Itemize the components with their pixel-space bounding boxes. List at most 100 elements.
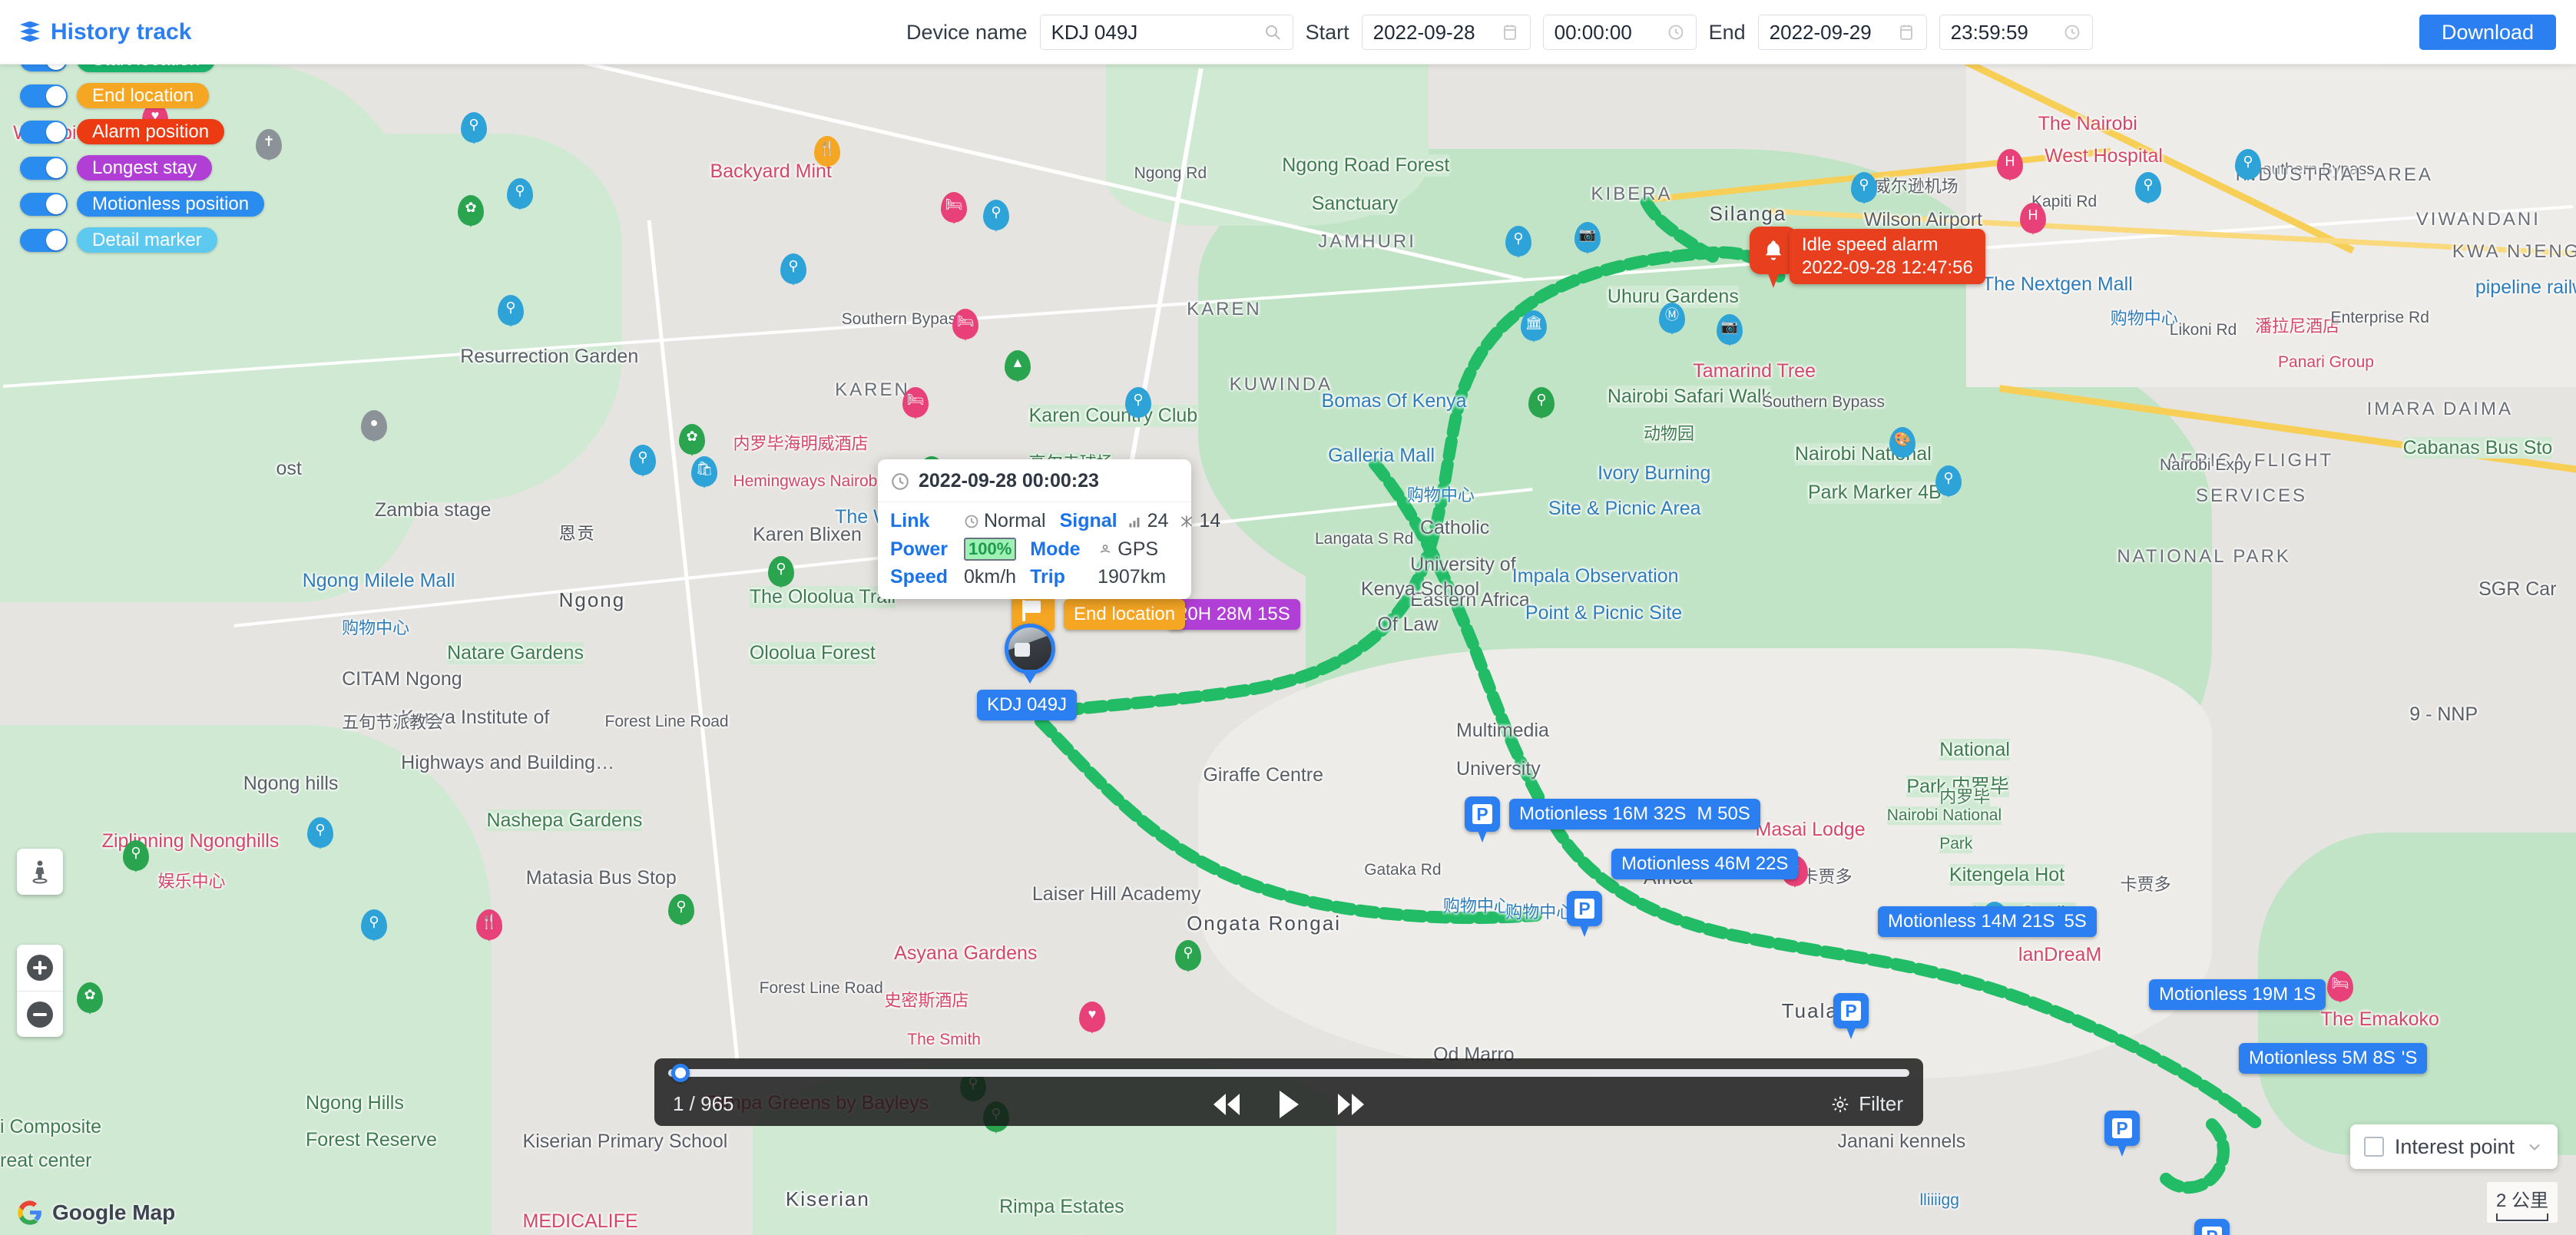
map-poi-pin[interactable]: ⚲: [1505, 226, 1531, 260]
map-label: reat center: [0, 1149, 92, 1172]
layer-toggle-switch-5[interactable]: [20, 192, 68, 216]
track-point-popup[interactable]: 2022-09-28 00:00:23 Link Normal Signal 2…: [878, 459, 1220, 599]
interest-point-checkbox[interactable]: [2363, 1137, 2384, 1157]
playback-slider-thumb[interactable]: [671, 1064, 690, 1082]
map-poi-pin[interactable]: ●: [361, 410, 387, 444]
map-poi-pin[interactable]: 🎨: [1889, 427, 1915, 461]
motionless-pin-4[interactable]: P: [2104, 1111, 2140, 1157]
layer-toggle-switch-3[interactable]: [20, 120, 68, 144]
device-name-input[interactable]: KDJ 049J: [1039, 15, 1293, 50]
map-poi-pin[interactable]: ⚲: [1528, 387, 1555, 421]
map-poi-pin[interactable]: 🍴: [814, 136, 840, 170]
motionless-pin-1[interactable]: P: [1465, 796, 1500, 843]
map-label: Rimpa Estates: [999, 1196, 1124, 1218]
layer-toggle-chip-6[interactable]: Detail marker: [77, 227, 217, 253]
map-poi-pin[interactable]: ⚲: [768, 556, 794, 590]
end-location-tag[interactable]: End location: [1064, 599, 1186, 630]
map-poi-pin[interactable]: 📷: [1717, 314, 1743, 348]
longest-stay-tag[interactable]: 20H 28M 15S: [1167, 599, 1300, 630]
map-poi-pin[interactable]: ✿: [458, 195, 484, 229]
map-label: Gataka Rd: [1364, 860, 1442, 879]
rewind-icon[interactable]: [1211, 1091, 1242, 1121]
zoom-in-button[interactable]: [17, 945, 63, 991]
motionless-pin-2[interactable]: P: [1567, 891, 1602, 937]
motionless-tag-2[interactable]: Motionless 46M 22S: [1611, 849, 1799, 879]
fast-forward-icon[interactable]: [1336, 1091, 1366, 1121]
zoom-out-button[interactable]: [17, 991, 63, 1037]
map-poi-pin[interactable]: 🛏: [941, 192, 967, 226]
zoom-in-icon: [27, 955, 53, 981]
map-poi-pin[interactable]: H: [2020, 203, 2046, 237]
vehicle-marker[interactable]: [1005, 624, 1055, 685]
playback-slider[interactable]: [668, 1064, 1909, 1082]
map-poi-pin[interactable]: 🛏: [902, 387, 929, 421]
chevron-down-icon[interactable]: [2525, 1137, 2544, 1156]
motionless-tag-1[interactable]: Motionless 16M 32S M 50S: [1509, 799, 1760, 829]
layer-toggle-switch-4[interactable]: [20, 156, 68, 180]
map-poi-pin[interactable]: ⚲: [983, 200, 1009, 233]
map-poi-pin[interactable]: 🛏: [952, 309, 978, 343]
map-label: Giraffe Centre: [1203, 764, 1324, 786]
search-icon[interactable]: [1263, 23, 1282, 41]
clock-icon[interactable]: [1667, 23, 1685, 41]
map-poi-pin[interactable]: ⚲: [307, 817, 333, 851]
start-time-input[interactable]: 00:00:00: [1542, 15, 1697, 50]
map-poi-pin[interactable]: ⚲: [1851, 172, 1877, 206]
clock-icon[interactable]: [2063, 23, 2081, 41]
map-label: NATIONAL PARK: [2117, 546, 2291, 567]
map-poi-pin[interactable]: ⚲: [780, 253, 806, 287]
map-poi-pin[interactable]: ⚲: [2235, 149, 2261, 183]
motionless-tag-5[interactable]: Motionless 5M 8S 'S: [2239, 1043, 2428, 1074]
layer-toggle-switch-6[interactable]: [20, 228, 68, 252]
map-poi-pin[interactable]: ⚲: [630, 445, 656, 478]
map-poi-pin[interactable]: H: [1997, 149, 2023, 183]
end-time-input[interactable]: 23:59:59: [1939, 15, 2093, 50]
layer-toggle-switch-2[interactable]: [20, 84, 68, 108]
map-label: KAREN: [835, 379, 910, 400]
map-poi-pin[interactable]: ▲: [1005, 350, 1031, 384]
motionless-pin-3[interactable]: P: [1833, 993, 1869, 1039]
map-poi-pin[interactable]: ⚲: [123, 840, 149, 874]
map-poi-pin[interactable]: ⚲: [507, 178, 533, 212]
map-poi-pin[interactable]: ⚲: [1935, 465, 1962, 499]
layer-toggle-chip-5[interactable]: Motionless position: [77, 191, 265, 217]
calendar-icon[interactable]: [1897, 23, 1915, 41]
layer-toggle-chip-4[interactable]: Longest stay: [77, 155, 213, 180]
vehicle-avatar: [1005, 624, 1055, 674]
calendar-icon[interactable]: [1501, 23, 1519, 41]
motionless-tag-3[interactable]: Motionless 14M 21S 5S: [1878, 906, 2097, 937]
motionless-pin-5[interactable]: P: [2194, 1219, 2230, 1235]
map-poi-pin[interactable]: ✿: [77, 982, 103, 1016]
layer-toggle-chip-2[interactable]: End location: [77, 83, 210, 108]
play-icon[interactable]: [1277, 1089, 1300, 1124]
map-poi-pin[interactable]: ⚲: [361, 909, 387, 943]
map-poi-pin[interactable]: 🏛: [1521, 310, 1547, 344]
map-attribution-text: Google Map: [52, 1200, 176, 1224]
layer-toggle-row: Longest stay: [0, 155, 264, 180]
motionless-tag-4[interactable]: Motionless 19M 1S: [2149, 979, 2326, 1010]
map-poi-pin[interactable]: Ⓜ: [1659, 303, 1685, 336]
map-poi-pin[interactable]: ♥: [1079, 1002, 1105, 1035]
map-label: 卡贾多: [2120, 875, 2171, 895]
layer-toggle-chip-3[interactable]: Alarm position: [77, 119, 225, 144]
map-poi-pin[interactable]: ✿: [679, 424, 705, 458]
street-view-pegman-icon[interactable]: [17, 849, 63, 895]
interest-point-dropdown[interactable]: Interest point: [2349, 1124, 2558, 1169]
map-poi-pin[interactable]: ⚲: [668, 894, 694, 928]
vehicle-name-tag[interactable]: KDJ 049J: [977, 690, 1078, 720]
map-poi-pin[interactable]: ⚲: [498, 295, 524, 329]
map-label: 9 - NNP: [2409, 703, 2478, 725]
map-poi-pin[interactable]: 🍴: [476, 909, 502, 943]
playback-filter-button[interactable]: Filter: [1830, 1092, 1903, 1116]
map-poi-pin[interactable]: 📷: [1574, 222, 1601, 256]
map-label: KIBERA: [1591, 183, 1673, 204]
start-date-input[interactable]: 2022-09-28: [1361, 15, 1531, 50]
map-poi-pin[interactable]: 🛏: [2327, 971, 2353, 1005]
map-poi-pin[interactable]: ⚲: [1175, 940, 1201, 974]
map-poi-pin[interactable]: ⚲: [461, 112, 487, 146]
map-poi-pin[interactable]: 🛍: [691, 456, 717, 490]
download-button[interactable]: Download: [2419, 15, 2556, 50]
end-date-input[interactable]: 2022-09-29: [1757, 15, 1927, 50]
map-poi-pin[interactable]: ⚲: [2135, 172, 2161, 206]
map-poi-pin[interactable]: ⚲: [1125, 387, 1151, 421]
